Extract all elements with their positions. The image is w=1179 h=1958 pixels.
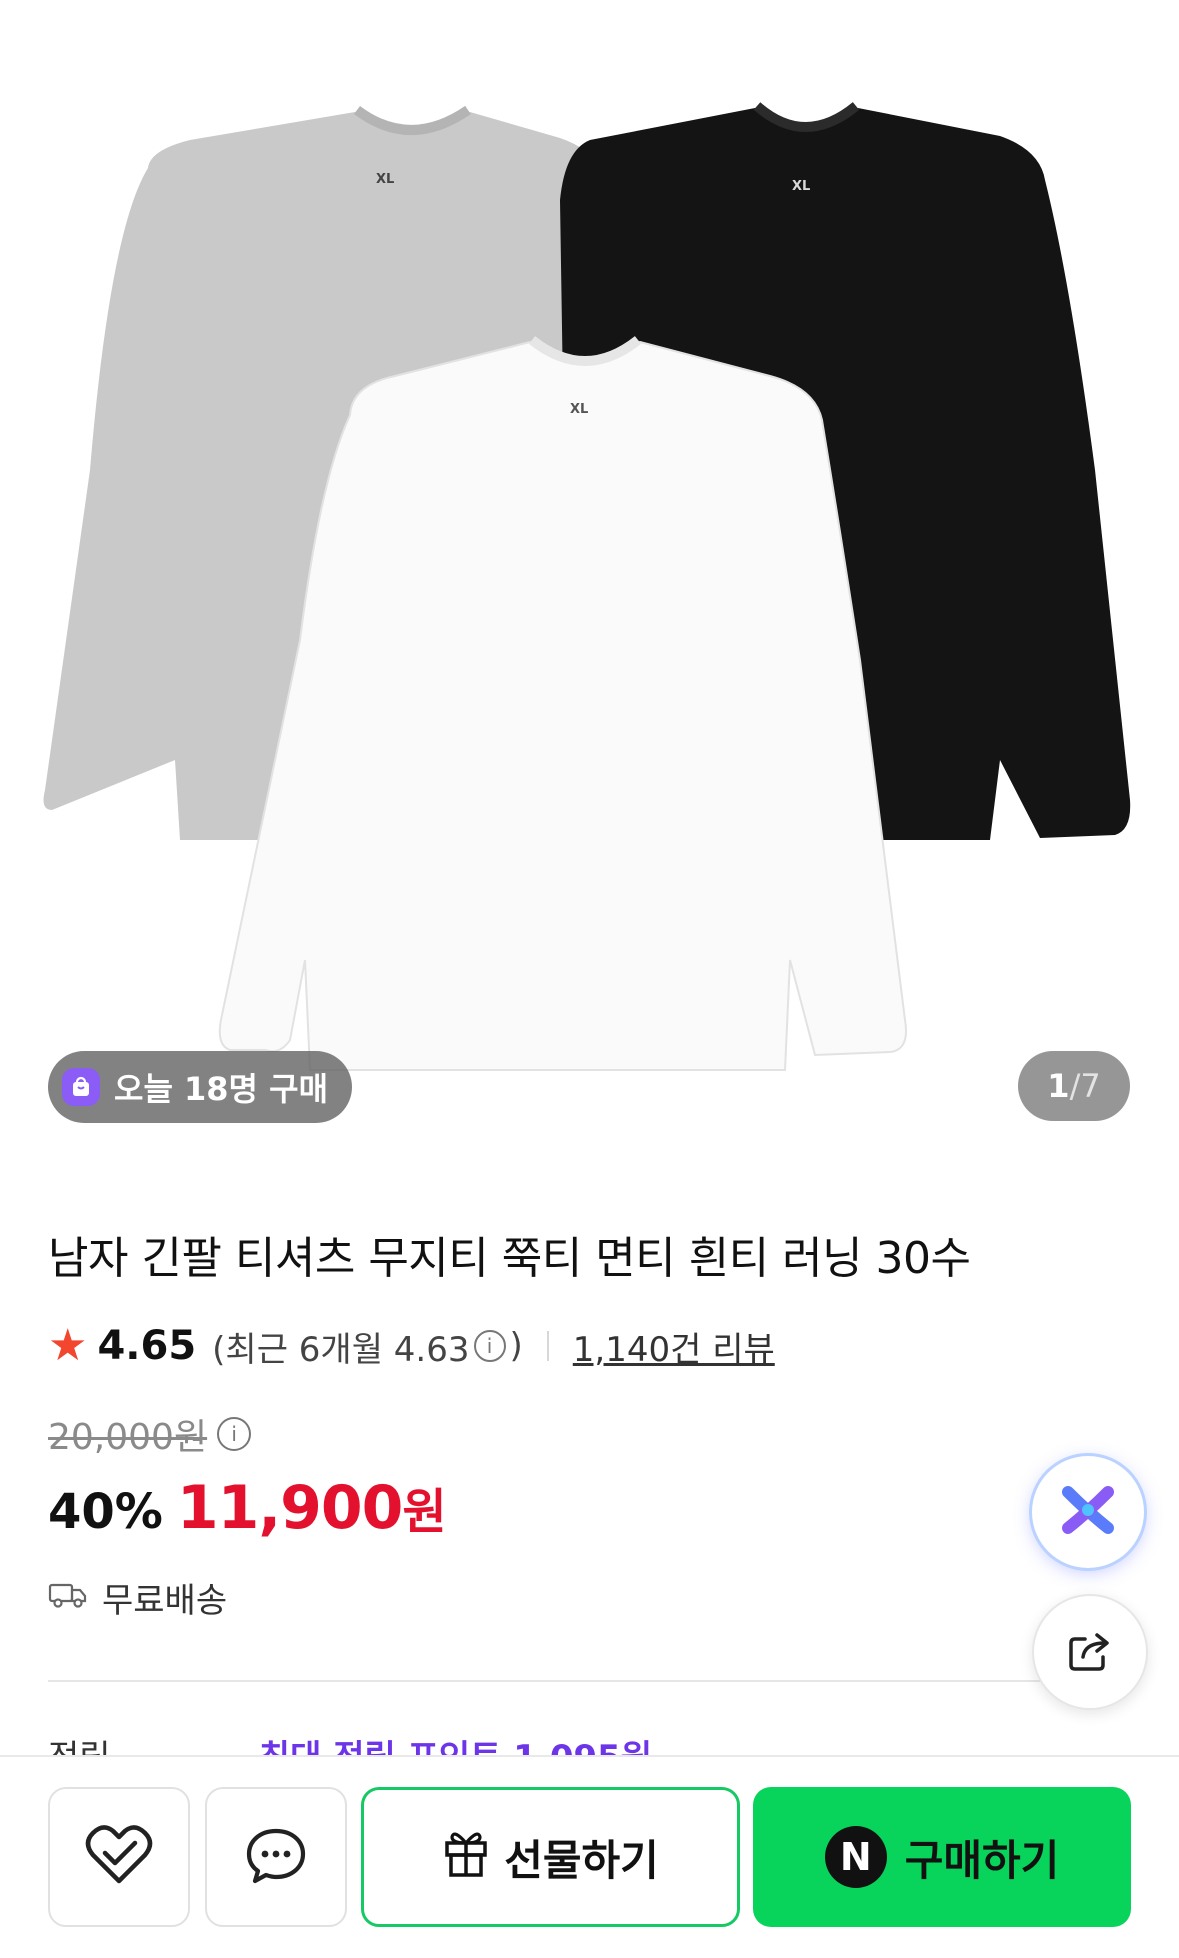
heart-check-icon xyxy=(83,1823,155,1891)
rating-score: 4.65 xyxy=(97,1323,197,1369)
ai-sparkle-icon xyxy=(1060,1482,1116,1542)
today-buyers-text: 오늘 18명 구매 xyxy=(114,1070,329,1108)
sale-price: 11,900 xyxy=(176,1473,404,1543)
white-size-tag: XL xyxy=(570,402,588,417)
product-title: 남자 긴팔 티셔츠 무지티 쭉티 면티 흰티 러닝 30수 xyxy=(48,1233,971,1284)
price-info-icon[interactable]: i xyxy=(217,1417,252,1451)
product-image-gallery[interactable]: XL XL XL 오늘 18명 구매 1 / 7 xyxy=(0,0,1179,1150)
black-size-tag: XL xyxy=(792,179,810,194)
sale-price-row: 40% 11,900 원 xyxy=(48,1472,447,1546)
sale-price-unit: 원 xyxy=(402,1484,447,1540)
buy-button[interactable]: N 구매하기 xyxy=(753,1787,1131,1927)
recent-rating-label: (최근 6개월 4.63 xyxy=(212,1329,470,1370)
reviews-link[interactable]: 1,140건 리뷰 xyxy=(573,1322,775,1371)
share-button[interactable] xyxy=(1032,1594,1148,1710)
recent-rating-close: ) xyxy=(509,1326,523,1366)
rating-row: ★ 4.65 (최근 6개월 4.63 i ) 1,140건 리뷰 xyxy=(48,1318,775,1374)
recent-rating: (최근 6개월 4.63 i ) xyxy=(212,1322,523,1371)
shipping-text: 무료배송 xyxy=(102,1580,228,1621)
image-counter-separator: / xyxy=(1069,1067,1081,1105)
section-divider xyxy=(48,1680,1131,1682)
original-price-row: 20,000원 i xyxy=(48,1408,255,1460)
ai-assistant-button[interactable] xyxy=(1032,1456,1144,1568)
image-counter-total: 7 xyxy=(1080,1067,1101,1105)
image-counter-current: 1 xyxy=(1047,1067,1070,1105)
gift-button[interactable]: 선물하기 xyxy=(361,1787,740,1927)
shipping-row: 무료배송 xyxy=(48,1572,227,1622)
talk-button[interactable] xyxy=(205,1787,347,1927)
like-button[interactable] xyxy=(48,1787,190,1927)
share-icon xyxy=(1065,1625,1115,1679)
gift-button-label: 선물하기 xyxy=(504,1835,659,1885)
gift-box-icon xyxy=(442,1827,490,1887)
buy-button-label: 구매하기 xyxy=(904,1835,1060,1885)
original-price: 20,000원 xyxy=(48,1417,208,1458)
discount-rate: 40% xyxy=(48,1484,163,1540)
shopping-bag-icon xyxy=(62,1068,100,1106)
today-buyers-badge: 오늘 18명 구매 xyxy=(48,1051,353,1123)
image-counter: 1 / 7 xyxy=(1018,1051,1130,1121)
star-icon: ★ xyxy=(48,1320,88,1371)
gray-size-tag: XL xyxy=(376,172,394,187)
chat-bubble-icon xyxy=(244,1825,308,1889)
delivery-truck-icon xyxy=(48,1580,88,1614)
product-image: XL XL XL xyxy=(43,102,1131,1071)
divider xyxy=(546,1331,549,1361)
info-icon[interactable]: i xyxy=(473,1330,506,1362)
naver-pay-badge: N xyxy=(824,1826,887,1888)
bottom-action-bar: 선물하기 N 구매하기 xyxy=(0,1755,1179,1958)
